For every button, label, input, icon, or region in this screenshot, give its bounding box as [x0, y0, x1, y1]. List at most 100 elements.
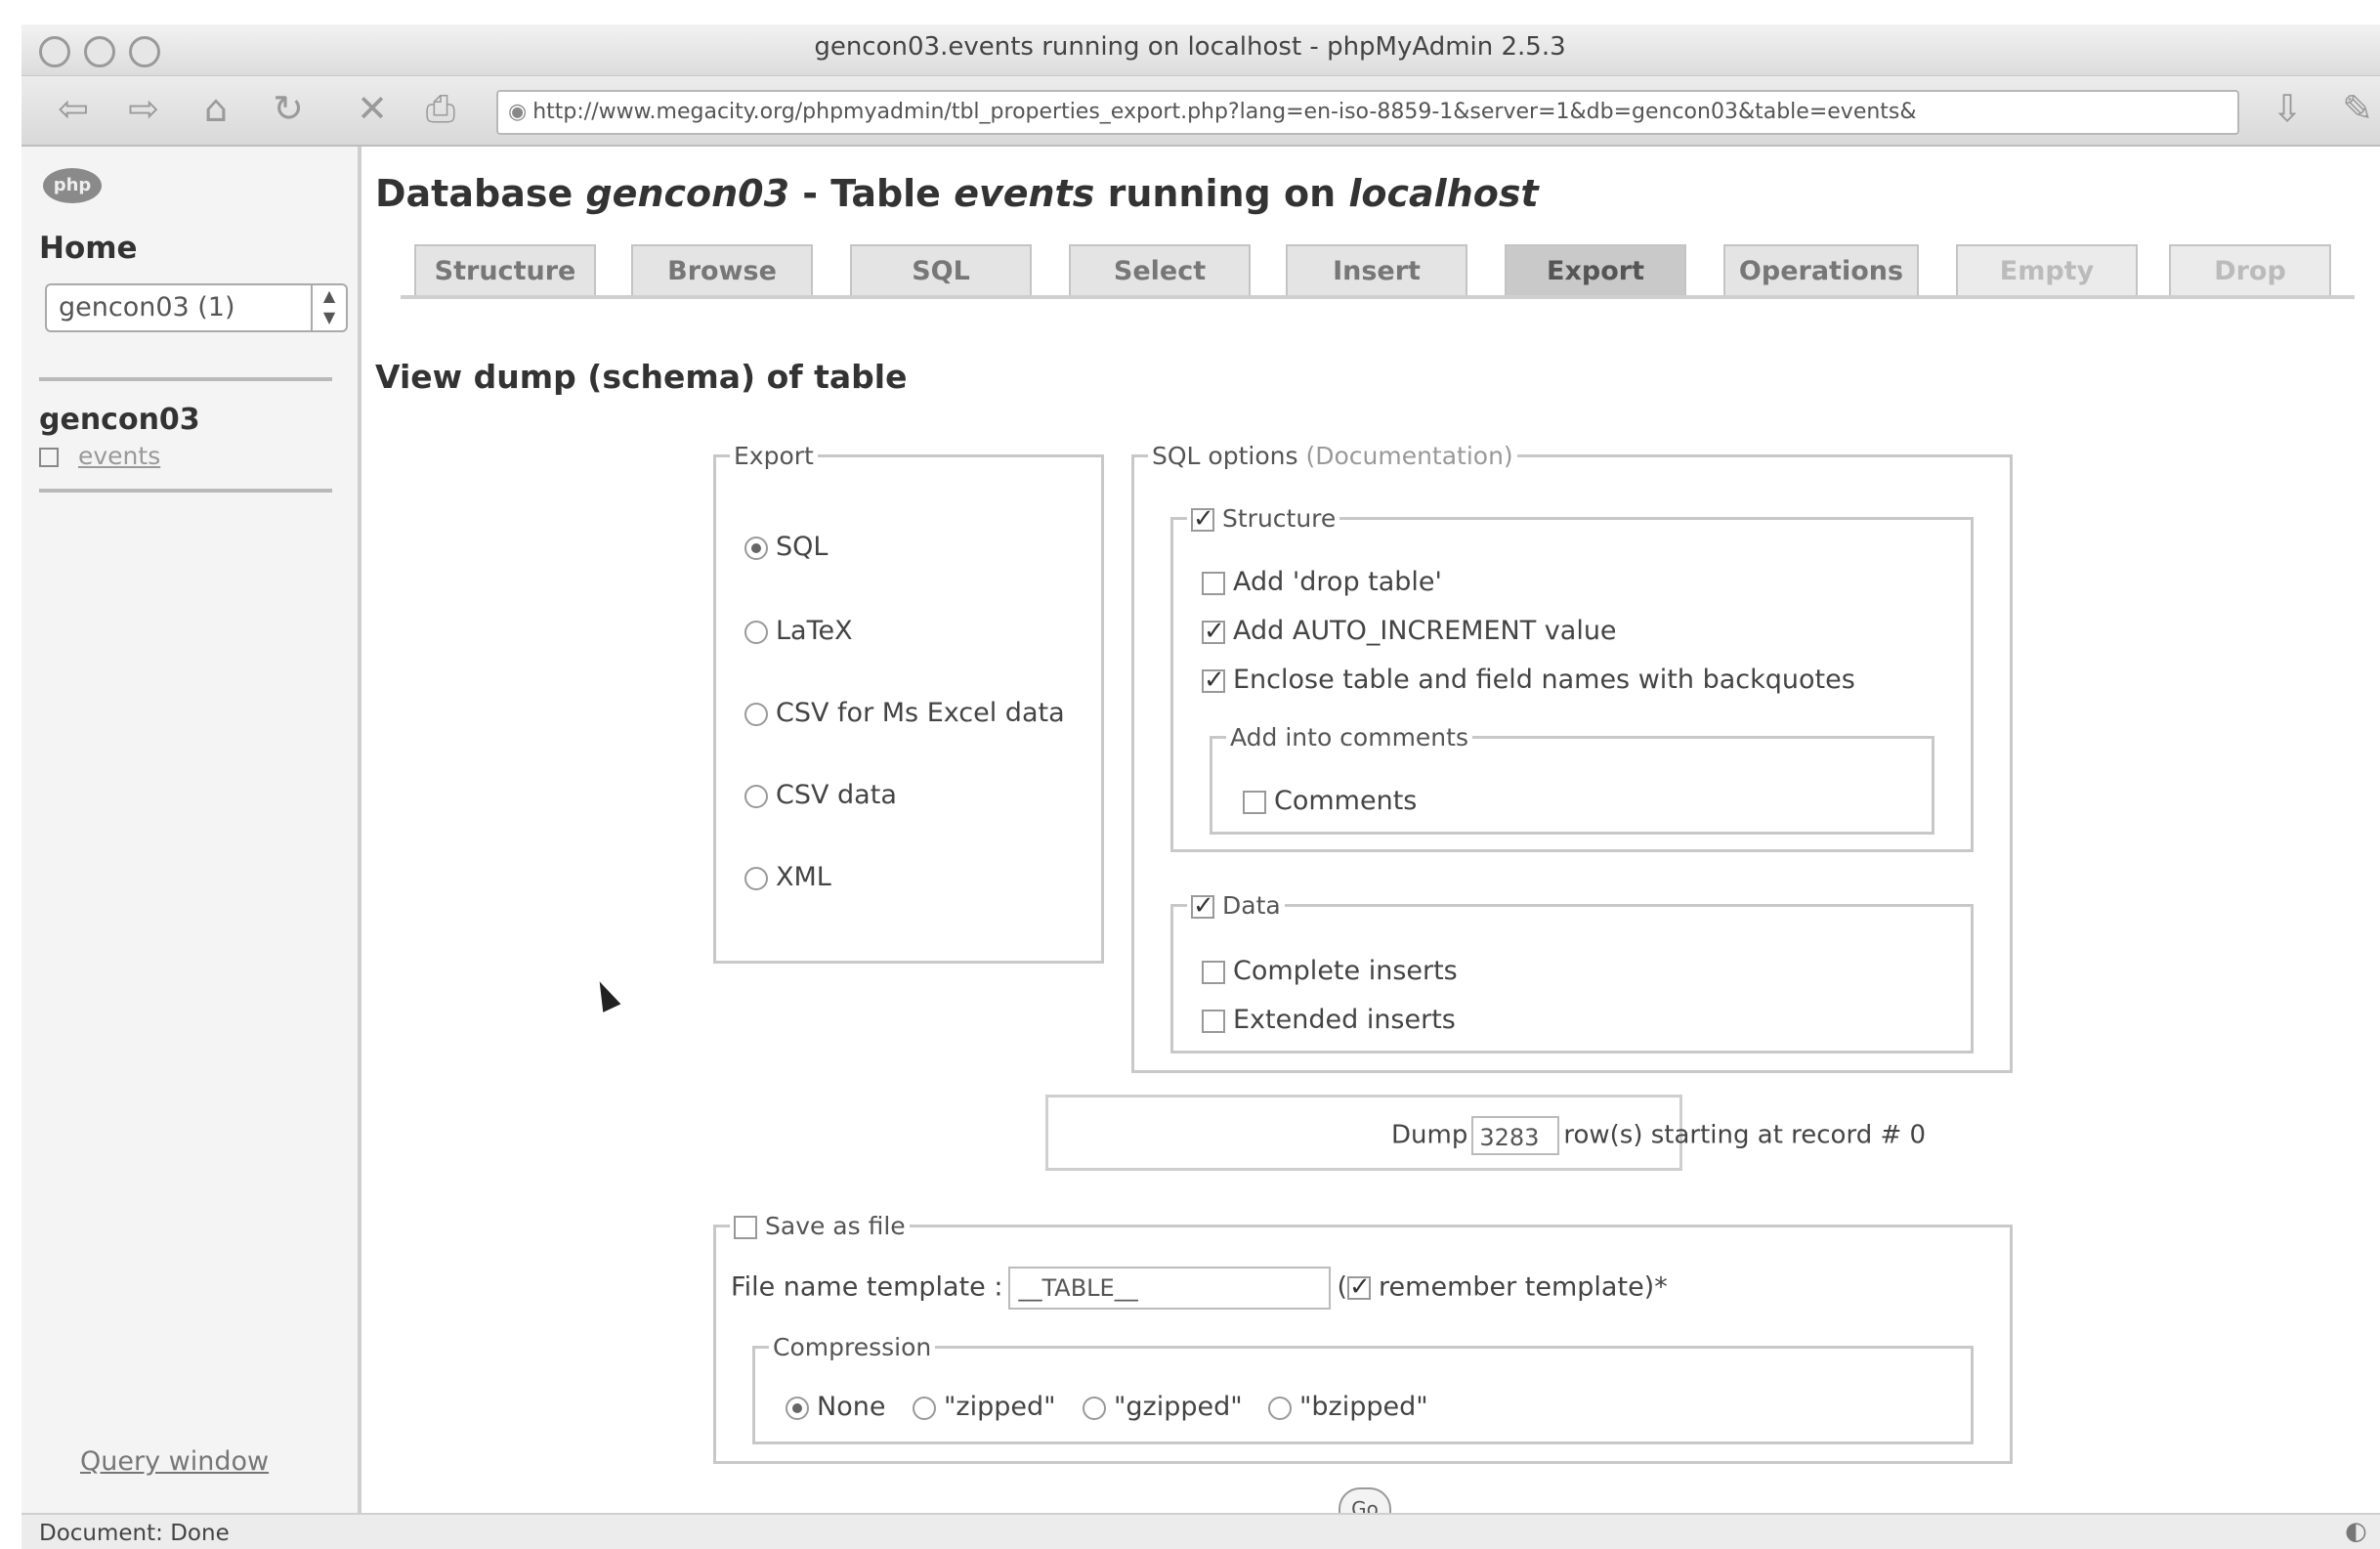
compression-zipped-option[interactable]: "zipped"	[913, 1392, 1056, 1422]
address-bar[interactable]: ◉ http://www.megacity.org/phpmyadmin/tbl_…	[496, 90, 2239, 135]
format-xml-option[interactable]: XML	[744, 862, 831, 892]
structure-label: Structure	[1222, 504, 1337, 533]
left-table-link[interactable]: events	[78, 442, 160, 470]
format-xml-radio[interactable]	[744, 866, 768, 890]
structure-legend: ✓ Structure	[1187, 504, 1339, 533]
select-arrows-icon: ▲ ▼	[311, 285, 346, 330]
phpmyadmin-logo[interactable]: php	[43, 168, 229, 223]
comments-checkbox[interactable]	[1243, 790, 1266, 814]
backquotes-checkbox[interactable]: ✓	[1202, 667, 1225, 693]
sql-options-legend: SQL options (Documentation)	[1148, 442, 1517, 470]
format-sql-label: SQL	[776, 532, 829, 562]
compression-bzipped-option[interactable]: "bzipped"	[1268, 1392, 1428, 1422]
compression-bzipped-radio[interactable]	[1268, 1396, 1292, 1420]
tab-operations[interactable]: Operations	[1723, 244, 1919, 297]
tab-export[interactable]: Export	[1505, 244, 1686, 297]
left-database-link[interactable]: gencon03	[39, 403, 200, 437]
compression-bzipped-label: "bzipped"	[1299, 1392, 1428, 1422]
title-db: gencon03	[585, 172, 790, 215]
title-mid: - Table	[789, 172, 955, 215]
remember-template-checkbox[interactable]: ✓	[1347, 1274, 1372, 1300]
add-drop-table-label: Add 'drop table'	[1233, 567, 1442, 597]
page-title: Database gencon03 - Table events running…	[375, 172, 1539, 215]
complete-inserts-checkbox[interactable]	[1202, 960, 1225, 984]
home-link[interactable]: Home	[39, 231, 138, 266]
tab-insert[interactable]: Insert	[1286, 244, 1467, 297]
security-icon: ◐	[2345, 1517, 2367, 1546]
left-frame	[21, 147, 361, 1513]
dump-row-settings: Dump 3283 row(s) starting at record # 0	[1391, 1116, 1926, 1155]
reload-icon[interactable]: ↻	[266, 86, 311, 131]
format-csv-excel-radio[interactable]	[744, 702, 768, 726]
forward-icon[interactable]: ⇨	[121, 86, 166, 131]
print-icon[interactable]: ⎙	[418, 86, 463, 131]
compression-gzipped-option[interactable]: "gzipped"	[1083, 1392, 1243, 1422]
sql-options-label: SQL options	[1152, 442, 1298, 470]
format-latex-option[interactable]: LaTeX	[744, 616, 853, 646]
backquotes-option[interactable]: ✓ Enclose table and field names with back…	[1202, 665, 1855, 695]
extended-inserts-option[interactable]: Extended inserts	[1202, 1005, 1456, 1035]
format-sql-option[interactable]: SQL	[744, 532, 828, 562]
comments-option[interactable]: Comments	[1243, 786, 1417, 816]
home-icon[interactable]: ⌂	[193, 86, 238, 131]
dump-prefix: Dump	[1391, 1120, 1468, 1150]
compression-none-radio[interactable]	[786, 1396, 809, 1420]
dump-rows-input[interactable]: 3283	[1471, 1116, 1560, 1155]
site-icon: ◉	[508, 100, 528, 124]
complete-inserts-label: Complete inserts	[1233, 956, 1458, 986]
divider	[39, 489, 332, 493]
tab-select[interactable]: Select	[1069, 244, 1251, 297]
url-text: http://www.megacity.org/phpmyadmin/tbl_p…	[532, 100, 1917, 124]
backquotes-label: Enclose table and field names with backq…	[1233, 665, 1855, 695]
add-drop-table-checkbox[interactable]	[1202, 571, 1225, 595]
format-sql-radio[interactable]	[744, 536, 768, 560]
format-csv-excel-label: CSV for Ms Excel data	[776, 698, 1065, 728]
section-heading: View dump (schema) of table	[375, 358, 908, 396]
auto-increment-option[interactable]: ✓ Add AUTO_INCREMENT value	[1202, 616, 1617, 646]
data-legend: ✓ Data	[1187, 891, 1285, 920]
data-label: Data	[1222, 891, 1281, 920]
format-csv-excel-option[interactable]: CSV for Ms Excel data	[744, 698, 1065, 728]
format-latex-radio[interactable]	[744, 620, 768, 644]
compression-gzipped-label: "gzipped"	[1114, 1392, 1243, 1422]
stop-icon[interactable]: ✕	[350, 86, 395, 131]
tab-empty[interactable]: Empty	[1956, 244, 2138, 297]
title-host: localhost	[1348, 172, 1539, 215]
auto-increment-checkbox[interactable]: ✓	[1202, 619, 1225, 644]
left-table-item[interactable]: events	[39, 442, 160, 470]
query-window-link[interactable]: Query window	[80, 1446, 269, 1477]
format-csv-option[interactable]: CSV data	[744, 780, 897, 810]
tab-structure[interactable]: Structure	[414, 244, 596, 297]
structure-checkbox[interactable]: ✓	[1191, 506, 1214, 532]
bookmark-icon[interactable]: ✎	[2335, 86, 2380, 131]
window-title: gencon03.events running on localhost - p…	[814, 32, 1566, 62]
documentation-link[interactable]: (Documentation)	[1305, 442, 1512, 470]
compression-zipped-label: "zipped"	[944, 1392, 1056, 1422]
comments-legend: Add into comments	[1230, 723, 1468, 752]
go-url-icon[interactable]: ⇩	[2265, 86, 2310, 131]
add-drop-table-option[interactable]: Add 'drop table'	[1202, 567, 1442, 597]
compression-none-option[interactable]: None	[786, 1392, 885, 1422]
tab-divider	[401, 295, 2355, 299]
auto-increment-label: Add AUTO_INCREMENT value	[1233, 616, 1617, 646]
back-icon[interactable]: ⇦	[51, 86, 96, 131]
extended-inserts-checkbox[interactable]	[1202, 1009, 1225, 1033]
remember-template-label: remember template)*	[1379, 1271, 1668, 1303]
save-file-label: Save as file	[765, 1212, 906, 1240]
file-template-input[interactable]: __TABLE__	[1008, 1267, 1332, 1310]
compression-gzipped-radio[interactable]	[1083, 1396, 1106, 1420]
format-csv-radio[interactable]	[744, 784, 768, 808]
format-latex-label: LaTeX	[776, 616, 853, 646]
tab-drop[interactable]: Drop	[2169, 244, 2331, 297]
title-prefix: Database	[375, 172, 586, 215]
table-icon	[39, 448, 59, 467]
database-select-value: gencon03 (1)	[59, 292, 235, 323]
tab-sql[interactable]: SQL	[850, 244, 1032, 297]
complete-inserts-option[interactable]: Complete inserts	[1202, 956, 1458, 986]
save-file-checkbox[interactable]	[734, 1216, 757, 1239]
data-checkbox[interactable]: ✓	[1191, 893, 1214, 919]
database-select[interactable]: gencon03 (1) ▲ ▼	[45, 283, 348, 332]
tab-browse[interactable]: Browse	[631, 244, 813, 297]
compression-legend: Compression	[773, 1333, 932, 1361]
compression-zipped-radio[interactable]	[913, 1396, 936, 1420]
